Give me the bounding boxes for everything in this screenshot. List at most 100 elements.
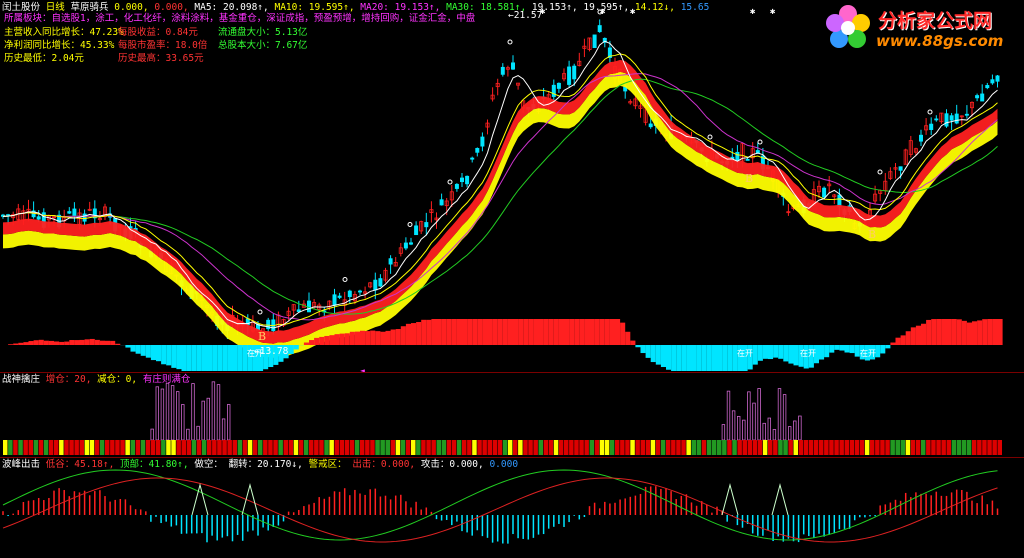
volume-area [900,335,906,345]
volume-area [518,319,524,345]
status-strip-cell [283,440,288,455]
volume-area [48,340,54,345]
status-strip-cell [875,440,880,455]
status-strip-cell [997,440,1002,455]
accumulation-bar [155,386,159,441]
logo-url[interactable]: www.88gs.com [876,32,1003,50]
status-strip-cell [69,440,74,455]
volume-area [99,340,105,345]
status-strip-cell [482,440,487,455]
status-strip-cell [191,440,197,455]
volume-area [375,331,381,345]
peak-marker [721,483,739,516]
low-indicator-name[interactable]: 波峰出击 [2,459,40,470]
status-strip-cell [441,440,447,455]
status-strip-cell [936,440,941,455]
accumulation-bar [226,404,231,441]
status-strip-cell [201,440,207,455]
volume-area [915,325,921,345]
status-strip-cell [722,440,727,455]
volume-area [671,345,677,371]
volume-area [824,345,830,358]
accumulation-bar [798,415,802,441]
volume-area [426,319,432,345]
volume-area [946,319,952,345]
volume-area [472,319,478,345]
status-strip-cell [717,440,722,455]
buy-marker: B [868,228,876,241]
stock-chart[interactable]: ✱ ✱ ✱ ✱ ✱BBB在开 在开 在开 在开◄ [0,0,1024,558]
status-strip-cell [849,440,855,455]
status-strip-cell [839,440,844,455]
status-strip-cell [324,440,329,455]
accumulation-bar [752,402,756,441]
status-strip-cell [757,440,763,455]
volume-area [380,331,386,345]
volume-area [446,319,452,345]
volume-area [79,339,85,345]
period-label[interactable]: 日线 [46,2,65,13]
status-strip-cell [880,440,885,455]
volume-area [33,340,39,345]
float-cap: 流通盘大小：5.13亿 [218,27,308,38]
status-strip-cell [798,440,804,455]
stock-name[interactable]: 闰土股份 [2,2,40,13]
status-strip-cell [696,440,702,455]
status-strip-cell [186,440,192,455]
accumulation-bar [737,415,741,441]
volume-area [23,342,29,345]
status-strip-cell [237,440,243,455]
site-logo[interactable]: 分析家公式网 www.88gs.com [822,2,1022,54]
pointer-marker: ◄ [360,366,365,375]
volume-area [921,323,927,345]
status-strip-cell [793,440,798,455]
volume-area [951,319,957,345]
candle-body [357,290,362,293]
candle-body [822,187,827,198]
mid-indicator-name[interactable]: 战神擒庄 [2,374,40,385]
volume-area [416,322,422,345]
ma20-value: MA20: 19.153↑, [360,2,441,13]
candle-body [480,136,485,147]
volume-area [609,319,615,345]
status-strip-cell [492,440,498,455]
accumulation-bar [777,388,782,441]
volume-area [161,345,167,365]
status-strip-cell [895,440,900,455]
volume-area [905,331,911,345]
accumulation-bar [170,385,175,441]
status-strip-cell [38,440,44,455]
volume-area [579,319,585,345]
volume-area [431,319,437,345]
status-strip-cell [212,440,217,455]
status-strip-cell [18,440,23,455]
volume-area [130,345,136,352]
volume-area [936,319,942,345]
candle-body [745,158,750,161]
indicator-name[interactable]: 草原骑兵 [71,2,109,13]
status-strip-cell [298,440,304,455]
volume-area [701,345,707,371]
candle-body [735,151,740,162]
status-strip-cell [140,440,146,455]
signal-marker [407,222,413,227]
volume-area [773,345,779,358]
volume-area [961,320,967,345]
status-strip-cell [217,440,222,455]
status-strip-cell [145,440,151,455]
status-strip-cell [553,440,559,455]
volume-area [793,345,799,366]
volume-area [513,319,519,345]
status-strip-cell [987,440,992,455]
volume-area [722,345,728,371]
status-strip-cell [538,440,543,455]
candle-body [454,183,459,189]
signal-marker [257,309,263,315]
volume-area [171,345,177,368]
volume-area [395,329,401,345]
status-strip-cell [395,440,401,455]
status-strip-cell [375,440,380,455]
volume-area [196,345,202,371]
status-strip-cell [844,440,849,455]
candle-body [597,25,602,33]
